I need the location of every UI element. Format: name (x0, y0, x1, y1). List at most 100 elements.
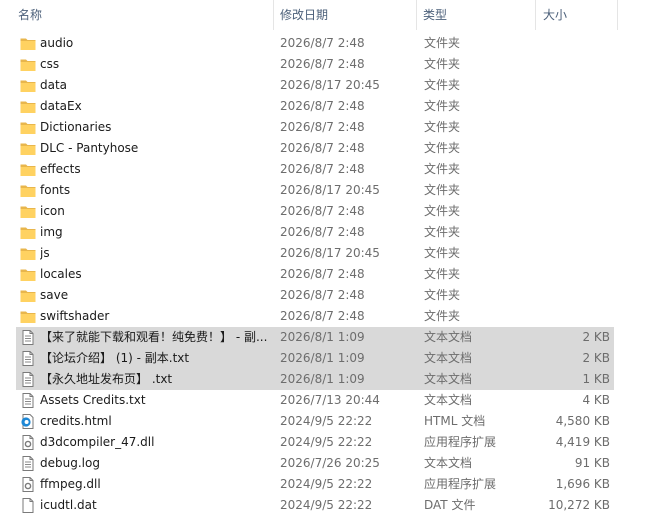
sort-ascending-icon: ^ (138, 0, 147, 7)
folder-icon (20, 246, 36, 261)
modified-date: 2024/9/5 22:22 (280, 498, 373, 512)
folder-icon (20, 225, 36, 240)
folder-row[interactable]: audio 2026/8/7 2:48 文件夹 (16, 33, 614, 54)
file-name: ffmpeg.dll (40, 477, 101, 491)
modified-date: 2026/8/1 1:09 (280, 372, 365, 386)
modified-date: 2024/9/5 22:22 (280, 477, 373, 491)
file-name: dataEx (40, 99, 82, 113)
folder-icon (20, 288, 36, 303)
folder-row[interactable]: icon 2026/8/7 2:48 文件夹 (16, 201, 614, 222)
text-file-icon (20, 372, 36, 387)
modified-date: 2026/8/7 2:48 (280, 288, 365, 302)
file-size (496, 75, 610, 96)
modified-date: 2026/7/26 20:25 (280, 456, 380, 470)
file-size (496, 117, 610, 138)
modified-date: 2026/8/7 2:48 (280, 225, 365, 239)
file-name: credits.html (40, 414, 112, 428)
file-size (496, 54, 610, 75)
modified-date: 2024/9/5 22:22 (280, 435, 373, 449)
file-row[interactable]: 【来了就能下载和观看！纯免费！】 - 副... 2026/8/1 1:09 文本文档… (16, 327, 614, 348)
modified-date: 2026/8/7 2:48 (280, 36, 365, 50)
file-size (496, 264, 610, 285)
folder-icon (20, 36, 36, 51)
folder-row[interactable]: effects 2026/8/7 2:48 文件夹 (16, 159, 614, 180)
file-name: 【永久地址发布页】 .txt (40, 372, 173, 386)
folder-icon (20, 141, 36, 156)
file-name: 【来了就能下载和观看！纯免费！】 - 副... (40, 330, 268, 344)
modified-date: 2026/8/7 2:48 (280, 141, 365, 155)
file-size: 4,419 KB (555, 435, 610, 449)
folder-icon (20, 183, 36, 198)
folder-row[interactable]: dataEx 2026/8/7 2:48 文件夹 (16, 96, 614, 117)
file-size: 4 KB (582, 393, 610, 407)
folder-icon (20, 99, 36, 114)
file-row[interactable]: d3dcompiler_47.dll 2024/9/5 22:22 应用程序扩展 4,… (16, 432, 614, 453)
column-header-bar: 名称 ^ 修改日期 类型 大小 (0, 0, 669, 30)
folder-row[interactable]: img 2026/8/7 2:48 文件夹 (16, 222, 614, 243)
file-size (496, 96, 610, 117)
modified-date: 2026/8/7 2:48 (280, 162, 365, 176)
file-size: 1 KB (582, 372, 610, 386)
folder-row[interactable]: js 2026/8/17 20:45 文件夹 (16, 243, 614, 264)
file-row[interactable]: credits.html 2024/9/5 22:22 HTML 文档 4,580 K… (16, 411, 614, 432)
file-row[interactable]: 【论坛介绍】 (1) - 副本.txt 2026/8/1 1:09 文本文档 2 KB (16, 348, 614, 369)
text-file-icon (20, 456, 36, 471)
folder-icon (20, 267, 36, 282)
folder-row[interactable]: DLC - Pantyhose 2026/8/7 2:48 文件夹 (16, 138, 614, 159)
folder-row[interactable]: locales 2026/8/7 2:48 文件夹 (16, 264, 614, 285)
file-size (496, 243, 610, 264)
file-row[interactable]: icudtl.dat 2024/9/5 22:22 DAT 文件 10,272 KB (16, 495, 614, 516)
file-row[interactable]: debug.log 2026/7/26 20:25 文本文档 91 KB (16, 453, 614, 474)
modified-date: 2026/8/1 1:09 (280, 351, 365, 365)
folder-row[interactable]: fonts 2026/8/17 20:45 文件夹 (16, 180, 614, 201)
generic-file-icon (20, 498, 36, 513)
modified-date: 2026/8/1 1:09 (280, 330, 365, 344)
column-header-type[interactable]: 类型 (423, 0, 533, 30)
file-size (496, 33, 610, 54)
text-file-icon (20, 330, 36, 345)
modified-date: 2026/8/17 20:45 (280, 78, 380, 92)
column-divider[interactable] (617, 0, 618, 30)
file-name: effects (40, 162, 81, 176)
file-size (496, 159, 610, 180)
file-name: js (40, 246, 50, 260)
dll-file-icon (20, 435, 36, 450)
folder-icon (20, 57, 36, 72)
folder-icon (20, 120, 36, 135)
file-size (496, 306, 610, 327)
file-name: fonts (40, 183, 71, 197)
file-row[interactable]: Assets Credits.txt 2026/7/13 20:44 文本文档 4 K… (16, 390, 614, 411)
column-divider[interactable] (416, 0, 417, 30)
column-divider[interactable] (535, 0, 536, 30)
file-name: icon (40, 204, 65, 218)
file-row[interactable]: 【永久地址发布页】 .txt 2026/8/1 1:09 文本文档 1 KB (16, 369, 614, 390)
column-header-size-label: 大小 (543, 8, 568, 22)
column-header-size[interactable]: 大小 (543, 0, 613, 30)
file-name: 【论坛介绍】 (1) - 副本.txt (40, 351, 190, 365)
file-name: swiftshader (40, 309, 110, 323)
file-size: 2 KB (582, 330, 610, 344)
file-name: css (40, 57, 60, 71)
column-header-name-label: 名称 (18, 8, 43, 22)
file-name: DLC - Pantyhose (40, 141, 139, 155)
folder-icon (20, 309, 36, 324)
file-name: audio (40, 36, 74, 50)
file-name: data (40, 78, 68, 92)
folder-row[interactable]: Dictionaries 2026/8/7 2:48 文件夹 (16, 117, 614, 138)
file-row[interactable]: ffmpeg.dll 2024/9/5 22:22 应用程序扩展 1,696 KB (16, 474, 614, 495)
file-name: save (40, 288, 69, 302)
folder-row[interactable]: save 2026/8/7 2:48 文件夹 (16, 285, 614, 306)
modified-date: 2026/8/7 2:48 (280, 57, 365, 71)
folder-row[interactable]: css 2026/8/7 2:48 文件夹 (16, 54, 614, 75)
folder-icon (20, 162, 36, 177)
folder-icon (20, 204, 36, 219)
file-name: img (40, 225, 63, 239)
modified-date: 2024/9/5 22:22 (280, 414, 373, 428)
file-size: 4,580 KB (555, 414, 610, 428)
file-size: 10,272 KB (548, 498, 610, 512)
column-divider[interactable] (273, 0, 274, 30)
file-size (496, 201, 610, 222)
column-header-date[interactable]: 修改日期 (280, 0, 410, 30)
folder-row[interactable]: swiftshader 2026/8/7 2:48 文件夹 (16, 306, 614, 327)
folder-row[interactable]: data 2026/8/17 20:45 文件夹 (16, 75, 614, 96)
